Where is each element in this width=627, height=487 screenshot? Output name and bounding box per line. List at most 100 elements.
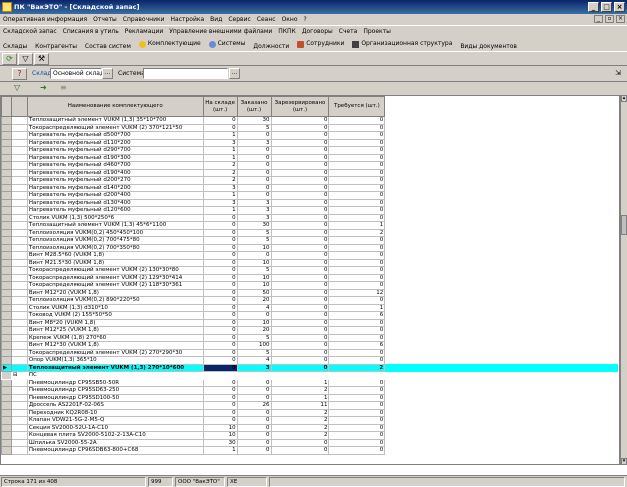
cell-stock[interactable]: 0 [202, 393, 238, 402]
cell-ordered[interactable]: 0 [236, 191, 272, 200]
cell-ordered[interactable]: 3 [236, 363, 272, 372]
row-indicator[interactable] [1, 348, 12, 357]
mdi-restore-button[interactable]: ▫ [605, 15, 614, 23]
row-indicator[interactable] [1, 236, 12, 245]
cell-name[interactable]: Теплозащитный элемент VUKM (1,3) 35*10*7… [26, 116, 204, 125]
cell-required[interactable]: 12 [328, 288, 386, 297]
cell-name[interactable]: Теплоизоляция VUKM(0,2) 890*220*50 [26, 296, 204, 305]
cell-required[interactable]: 0 [328, 273, 386, 282]
link-pkpk[interactable]: ПКПК [275, 26, 299, 37]
cell-stock[interactable]: 0 [202, 326, 238, 335]
cell-ordered[interactable]: 0 [236, 168, 272, 177]
row-indicator[interactable] [1, 116, 12, 125]
row-indicator[interactable] [1, 311, 12, 320]
cell-ordered[interactable]: 0 [236, 378, 272, 387]
cell-name[interactable]: Токораспределяющий элемент VUKM (2) 370*… [26, 123, 204, 132]
cell-name[interactable]: Теплоизоляция VUKM(0,2) 700*475*80 [26, 236, 204, 245]
cell-reserved[interactable]: 0 [270, 333, 330, 342]
cell-stock[interactable]: 10 [202, 423, 238, 432]
cell-ordered[interactable]: 0 [236, 438, 272, 447]
cell-reserved[interactable]: 0 [270, 311, 330, 320]
cell-reserved[interactable]: 0 [270, 348, 330, 357]
menu-references[interactable]: Справочники [120, 16, 168, 23]
cell-reserved[interactable]: 0 [270, 198, 330, 207]
cell-reserved[interactable]: 0 [270, 161, 330, 170]
cell-stock[interactable]: 3 [202, 183, 238, 192]
cell-stock[interactable]: 0 [202, 258, 238, 267]
cell-required[interactable]: 0 [328, 446, 386, 455]
cell-stock[interactable]: 1 [202, 206, 238, 215]
menu-service[interactable]: Сервис [225, 16, 253, 23]
cell-name[interactable]: Нагреватель муфельный d200*400 [26, 191, 204, 200]
table-row[interactable]: Пневмоцилиндр CP95SD100-50 0 0 1 0 [1, 393, 619, 402]
link-employees[interactable]: Сотрудники [294, 37, 347, 51]
cell-ordered[interactable]: 10 [236, 243, 272, 252]
cell-ordered[interactable]: 3 [236, 206, 272, 215]
row-indicator[interactable] [1, 356, 12, 365]
cell-name[interactable]: Нагреватель муфельный d460*700 [26, 161, 204, 170]
cell-name[interactable]: Нагреватель муфельный d190*300 [26, 153, 204, 162]
cell-required[interactable]: 0 [328, 348, 386, 357]
cell-stock[interactable]: 1 [202, 153, 238, 162]
cell-name[interactable]: Секция SV2000-52U-1A-C10 [26, 423, 204, 432]
cell-required[interactable]: 0 [328, 183, 386, 192]
table-row[interactable]: Дроссель AS2201F-02-06S 0 26 11 0 [1, 401, 619, 410]
cell-reserved[interactable]: 0 [270, 356, 330, 365]
cell-name[interactable]: Нагреватель муфельный d290*700 [26, 146, 204, 155]
table-row[interactable]: Секция SV2000-52U-1A-C10 10 0 2 0 [1, 423, 619, 432]
table-row[interactable]: Нагреватель муфельный d500*700 1 0 0 0 [1, 131, 619, 140]
table-row[interactable]: Шпилька SV2000-55-2A 30 0 0 0 [1, 438, 619, 447]
row-indicator[interactable] [1, 251, 12, 260]
row-indicator[interactable] [1, 191, 12, 200]
cell-ordered[interactable]: 0 [236, 423, 272, 432]
link-projects[interactable]: Проекты [360, 26, 394, 37]
cell-reserved[interactable]: 0 [270, 138, 330, 147]
warehouse-field[interactable]: Основной склад [50, 68, 104, 79]
table-row[interactable]: Нагреватель муфельный d110*200 3 3 0 0 [1, 138, 619, 147]
cell-ordered[interactable]: 4 [236, 303, 272, 312]
cell-name[interactable]: Нагреватель муфельный d120*600 [26, 206, 204, 215]
cell-stock[interactable]: 1 [202, 446, 238, 455]
vertical-scrollbar[interactable]: ▴ ▾ [620, 95, 627, 465]
cell-name[interactable]: Столик VUKM (1,3) 500*250*6 [26, 213, 204, 222]
cell-required[interactable]: 0 [328, 393, 386, 402]
table-row[interactable]: Нагреватель муфельный d200*270 2 0 0 0 [1, 176, 619, 185]
cell-name[interactable]: Токораспределяющий элемент VUKM (2) 270*… [26, 348, 204, 357]
cell-ordered[interactable]: 20 [236, 296, 272, 305]
cell-reserved[interactable]: 0 [270, 363, 330, 372]
cell-ordered[interactable]: 3 [236, 198, 272, 207]
table-row[interactable]: Токовод VUKM (2) 155*50*50 0 0 0 6 [1, 311, 619, 320]
cell-reserved[interactable]: 0 [270, 146, 330, 155]
row-indicator[interactable] [1, 123, 12, 132]
row-indicator[interactable] [1, 371, 12, 380]
table-row[interactable]: Винт M8*20 (VUKM 1,8) 0 10 0 0 [1, 318, 619, 327]
cell-required[interactable]: 0 [328, 213, 386, 222]
cell-ordered[interactable]: 30 [236, 116, 272, 125]
link-contracts[interactable]: Договоры [299, 26, 336, 37]
cell-stock[interactable]: 0 [202, 116, 238, 125]
cell-ordered[interactable]: 0 [236, 176, 272, 185]
cell-reserved[interactable]: 0 [270, 176, 330, 185]
cell-reserved[interactable] [270, 371, 330, 380]
cell-stock[interactable]: 0 [202, 123, 238, 132]
table-row[interactable]: Нагреватель муфельный d120*600 1 3 0 0 [1, 206, 619, 215]
cell-required[interactable]: 0 [328, 161, 386, 170]
cell-required[interactable]: 1 [328, 221, 386, 230]
link-claims[interactable]: Рекламации [122, 26, 167, 37]
cell-required[interactable]: 0 [328, 131, 386, 140]
mdi-close-button[interactable]: × [616, 15, 625, 23]
row-indicator[interactable] [1, 393, 12, 402]
filter-button[interactable]: ▽ [18, 53, 33, 65]
cell-required[interactable]: 0 [328, 191, 386, 200]
cell-name[interactable]: Токовод VUKM (2) 155*50*50 [26, 311, 204, 320]
col-reserved-header[interactable]: Зарезервировано (шт.) [270, 96, 330, 117]
table-row[interactable]: Винт M12*30 (VUKM 1,8) 0 100 0 6 [1, 341, 619, 350]
cell-required[interactable]: 6 [328, 311, 386, 320]
cell-ordered[interactable]: 4 [236, 356, 272, 365]
cell-ordered[interactable]: 10 [236, 258, 272, 267]
row-indicator[interactable] [1, 446, 12, 455]
link-components[interactable]: Комплектующие [136, 37, 204, 51]
cell-name[interactable]: Опор VUKM(1,3) 365*10 [26, 356, 204, 365]
cell-stock[interactable]: 1 [202, 146, 238, 155]
row-indicator[interactable] [1, 258, 12, 267]
